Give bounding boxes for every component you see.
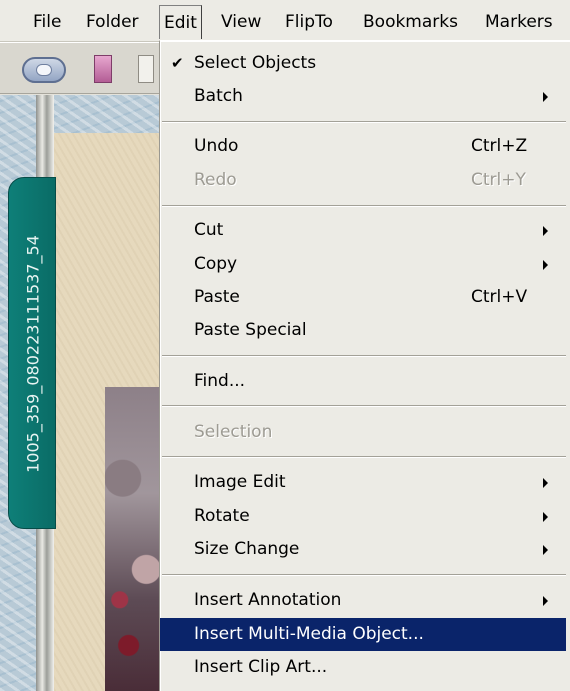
menu-flipto[interactable]: FlipTo <box>285 9 333 35</box>
blank-page-icon[interactable] <box>138 55 154 83</box>
menu-bookmarks[interactable]: Bookmarks <box>363 9 458 35</box>
submenu-arrow-icon <box>543 92 548 102</box>
menu-item-label: Insert Annotation <box>194 590 342 610</box>
menu-item-paste[interactable]: Paste Ctrl+V <box>160 281 566 314</box>
menu-item-image-edit[interactable]: Image Edit <box>160 466 566 499</box>
menu-separator <box>162 205 566 207</box>
edit-menu-dropdown: ✔ Select Objects Batch Undo Ctrl+Z Redo … <box>159 40 570 691</box>
menu-item-find[interactable]: Find... <box>160 365 566 398</box>
menu-separator <box>162 405 566 407</box>
menu-item-label: Undo <box>194 136 239 156</box>
menu-item-label: Insert Clip Art... <box>194 657 328 677</box>
menu-item-undo[interactable]: Undo Ctrl+Z <box>160 130 566 163</box>
menu-item-label: Copy <box>194 254 238 274</box>
menu-item-label: Cut <box>194 220 224 240</box>
menu-item-label: Rotate <box>194 506 250 526</box>
submenu-arrow-icon <box>543 545 548 555</box>
menu-edit[interactable]: Edit <box>159 5 202 39</box>
menu-item-label: Select Objects <box>194 53 317 73</box>
menu-item-select-objects[interactable]: ✔ Select Objects <box>160 47 566 80</box>
menu-separator <box>162 355 566 357</box>
submenu-arrow-icon <box>543 226 548 236</box>
menu-item-label: Paste <box>194 287 240 307</box>
menu-item-label: Batch <box>194 86 243 106</box>
menu-item-label: Paste Special <box>194 320 307 340</box>
menu-item-label: Insert Multi-Media Object... <box>194 624 424 644</box>
submenu-arrow-icon <box>543 596 548 606</box>
menu-item-shortcut: Ctrl+Z <box>471 136 528 156</box>
menu-item-label: Size Change <box>194 539 300 559</box>
menu-separator <box>162 456 566 458</box>
menu-item-rotate[interactable]: Rotate <box>160 500 566 533</box>
menu-markers[interactable]: Markers <box>485 9 553 35</box>
menu-item-size-change[interactable]: Size Change <box>160 533 566 566</box>
page-photo[interactable] <box>105 387 164 691</box>
navigate-oval-icon[interactable] <box>22 57 66 83</box>
menu-item-insert-annotation[interactable]: Insert Annotation <box>160 584 566 617</box>
checkmark-icon: ✔ <box>171 54 184 72</box>
menu-item-redo[interactable]: Redo Ctrl+Y <box>160 164 566 197</box>
menu-item-selection[interactable]: Selection <box>160 416 566 449</box>
menu-item-paste-special[interactable]: Paste Special <box>160 314 566 347</box>
menu-view[interactable]: View <box>221 9 261 35</box>
menu-item-label: Selection <box>194 422 273 442</box>
menu-item-insert-multimedia-object[interactable]: Insert Multi-Media Object... <box>160 618 566 651</box>
menu-separator <box>162 121 566 123</box>
submenu-arrow-icon <box>543 478 548 488</box>
menu-separator <box>162 574 566 576</box>
menu-file[interactable]: File <box>33 9 61 35</box>
menu-item-label: Find... <box>194 371 246 391</box>
menu-item-shortcut: Ctrl+V <box>471 287 528 307</box>
menu-item-label: Redo <box>194 170 237 190</box>
page-name-tab[interactable]: 1005_359_0802231115​37_54 <box>8 177 56 529</box>
oval-inner-icon <box>36 64 52 76</box>
menu-item-label: Image Edit <box>194 472 286 492</box>
submenu-arrow-icon <box>543 512 548 522</box>
menu-item-insert-clip-art[interactable]: Insert Clip Art... <box>160 651 566 684</box>
menu-item-batch[interactable]: Batch <box>160 80 566 113</box>
pink-page-icon[interactable] <box>94 55 112 83</box>
menu-folder[interactable]: Folder <box>86 9 139 35</box>
page-name-label: 1005_359_0802231115​37_54 <box>23 235 43 473</box>
submenu-arrow-icon <box>543 260 548 270</box>
menu-item-cut[interactable]: Cut <box>160 214 566 247</box>
menu-bar: File Folder Edit View FlipTo Bookmarks M… <box>0 0 570 42</box>
menu-item-shortcut: Ctrl+Y <box>471 170 526 190</box>
menu-item-copy[interactable]: Copy <box>160 248 566 281</box>
